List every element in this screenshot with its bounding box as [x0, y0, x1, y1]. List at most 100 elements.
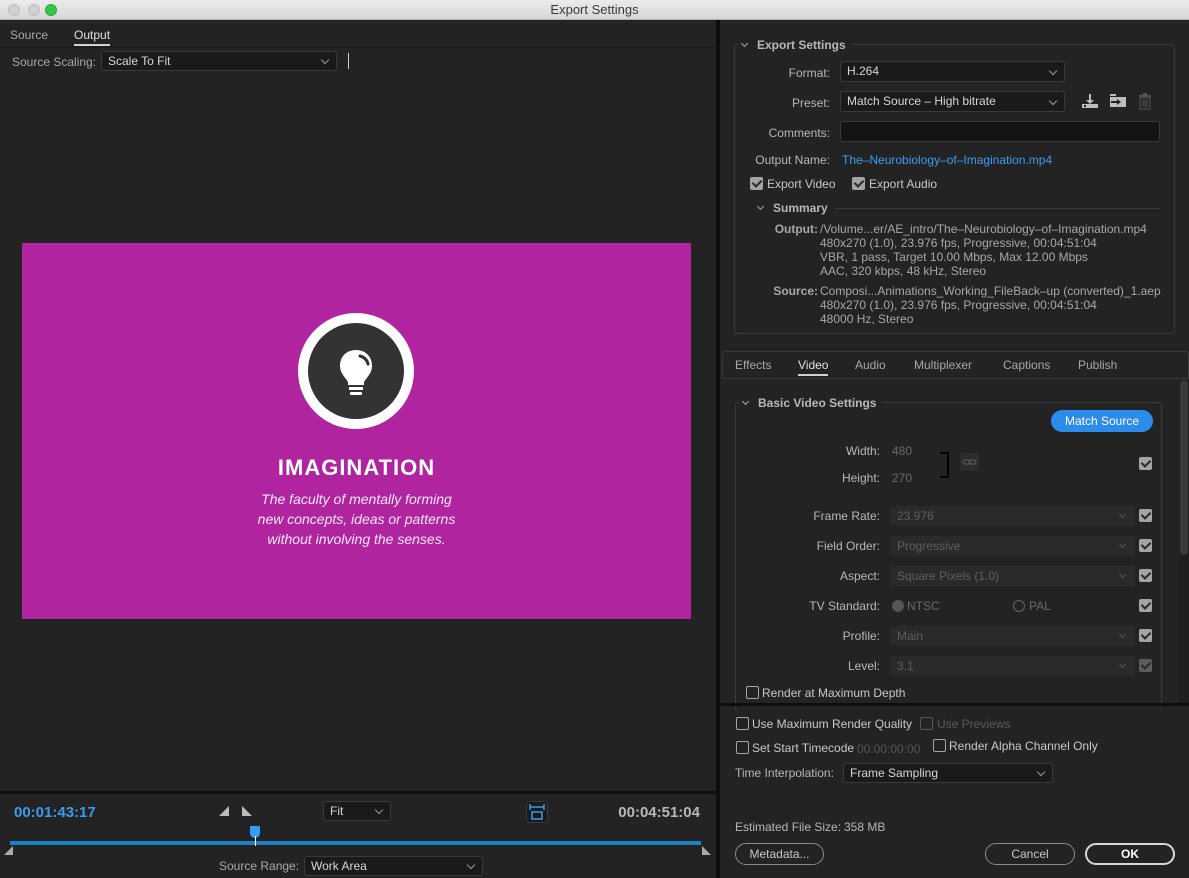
link-dimensions-icon[interactable]: [960, 453, 979, 471]
set-out-point-icon[interactable]: [242, 806, 252, 816]
settings-tabs: Effects Video Audio Multiplexer Captions…: [722, 351, 1189, 379]
frame-rate-match-checkbox[interactable]: [1139, 509, 1152, 522]
tab-publish[interactable]: Publish: [1078, 358, 1117, 372]
render-max-depth-checkbox[interactable]: [746, 686, 759, 699]
summary-output-key: Output:: [774, 222, 818, 236]
max-render-quality-checkbox[interactable]: [736, 717, 749, 730]
level-dropdown[interactable]: 3.1: [890, 656, 1135, 676]
chevron-down-icon: [1118, 510, 1127, 519]
set-in-point-icon[interactable]: [219, 806, 229, 816]
set-start-timecode-checkbox[interactable]: [736, 741, 749, 754]
profile-match-checkbox[interactable]: [1139, 629, 1152, 642]
export-settings-title: Export Settings: [757, 38, 846, 52]
export-settings-header[interactable]: Export Settings: [738, 38, 852, 52]
time-interpolation-label: Time Interpolation:: [735, 766, 834, 780]
chevron-down-icon: [756, 202, 765, 211]
import-preset-icon[interactable]: [1109, 93, 1127, 112]
time-interpolation-value: Frame Sampling: [850, 766, 939, 780]
source-scaling-value: Scale To Fit: [108, 54, 171, 68]
summary-header[interactable]: Summary: [754, 201, 834, 215]
tab-multiplexer[interactable]: Multiplexer: [914, 358, 972, 372]
timeline: 00:01:43:17 Fit 00:04:51:04 Source Range…: [0, 791, 716, 878]
tab-effects[interactable]: Effects: [735, 358, 771, 372]
playhead-line: [255, 836, 257, 846]
ok-button[interactable]: OK: [1085, 843, 1175, 865]
metadata-button[interactable]: Metadata...: [735, 843, 824, 865]
settings-scrollbar[interactable]: [1179, 380, 1189, 705]
output-name-link[interactable]: The–Neurobiology–of–Imagination.mp4: [842, 153, 1052, 167]
preview-tabs: Source Output: [0, 20, 716, 46]
chevron-down-icon: [1118, 660, 1127, 669]
summary-source: Composi...Animations_Working_FileBack–up…: [820, 284, 1161, 326]
preview-title: IMAGINATION: [277, 455, 436, 480]
zoom-level-dropdown[interactable]: Fit: [323, 801, 391, 821]
link-bracket: [940, 452, 949, 478]
tab-captions[interactable]: Captions: [1003, 358, 1050, 372]
divider: [348, 53, 349, 69]
level-match-checkbox[interactable]: [1139, 659, 1152, 672]
frame-rate-dropdown[interactable]: 23.976: [890, 506, 1135, 526]
source-range-value: Work Area: [311, 859, 367, 873]
tab-source[interactable]: Source: [10, 28, 48, 42]
aspect-match-checkbox[interactable]: [1139, 569, 1152, 582]
frame-rate-value: 23.976: [897, 509, 934, 523]
tab-output[interactable]: Output: [74, 28, 111, 46]
preset-dropdown[interactable]: Match Source – High bitrate: [840, 91, 1065, 112]
aspect-ratio-correction-icon[interactable]: [526, 801, 548, 823]
pal-radio[interactable]: [1013, 600, 1025, 612]
field-order-match-checkbox[interactable]: [1139, 539, 1152, 552]
basic-video-header[interactable]: Basic Video Settings: [739, 396, 883, 410]
comments-input[interactable]: [840, 121, 1160, 142]
tab-video[interactable]: Video: [798, 358, 829, 376]
chevron-down-icon: [1118, 540, 1127, 549]
total-duration: 00:04:51:04: [618, 804, 700, 821]
scrollbar-thumb[interactable]: [1180, 380, 1188, 555]
source-range-dropdown[interactable]: Work Area: [304, 856, 483, 876]
current-timecode[interactable]: 00:01:43:17: [14, 804, 96, 821]
dimensions-match-checkbox[interactable]: [1139, 457, 1152, 470]
match-source-button[interactable]: Match Source: [1051, 410, 1153, 432]
format-dropdown[interactable]: H.264: [840, 61, 1065, 82]
preview-panel: Source Output Source Scaling: Scale To F…: [0, 20, 716, 878]
export-audio-checkbox[interactable]: [852, 177, 865, 190]
source-scaling-dropdown[interactable]: Scale To Fit: [101, 51, 337, 71]
field-order-dropdown[interactable]: Progressive: [890, 536, 1135, 556]
profile-dropdown[interactable]: Main: [890, 626, 1135, 646]
max-render-quality-label: Use Maximum Render Quality: [752, 717, 913, 731]
summary-line: Composi...Animations_Working_FileBack–up…: [820, 284, 1161, 298]
tab-audio[interactable]: Audio: [855, 358, 886, 372]
format-label: Format:: [788, 66, 830, 80]
frame-rate-label: Frame Rate:: [813, 509, 880, 523]
use-previews-checkbox[interactable]: [920, 717, 933, 730]
range-end-handle[interactable]: [702, 846, 711, 855]
timeline-track[interactable]: [10, 841, 701, 845]
delete-preset-icon: [1137, 93, 1153, 113]
summary-line: AAC, 320 kbps, 48 kHz, Stereo: [820, 264, 987, 278]
save-preset-icon[interactable]: [1081, 93, 1099, 112]
description-line: without involving the senses.: [267, 531, 446, 547]
tv-standard-match-checkbox[interactable]: [1139, 599, 1152, 612]
description-line: new concepts, ideas or patterns: [257, 511, 456, 527]
aspect-dropdown[interactable]: Square Pixels (1.0): [890, 566, 1135, 586]
start-timecode-value[interactable]: 00:00:00:00: [857, 742, 920, 756]
summary-source-key: Source:: [773, 284, 818, 298]
preset-value: Match Source – High bitrate: [847, 94, 996, 108]
export-video-label: Export Video: [767, 177, 836, 191]
chevron-down-icon: [741, 397, 750, 406]
height-value[interactable]: 270: [892, 471, 912, 485]
cancel-button[interactable]: Cancel: [985, 843, 1075, 865]
use-previews-label: Use Previews: [937, 717, 1011, 731]
aspect-value: Square Pixels (1.0): [897, 569, 1000, 583]
range-start-handle[interactable]: [4, 846, 13, 855]
chevron-down-icon: [1118, 630, 1127, 639]
ntsc-label: NTSC: [907, 599, 940, 613]
time-interpolation-dropdown[interactable]: Frame Sampling: [843, 763, 1053, 783]
estimated-file-size-value: 358 MB: [844, 820, 886, 834]
video-preview: IMAGINATION The faculty of mentally form…: [0, 75, 716, 787]
ntsc-radio[interactable]: [892, 600, 904, 612]
export-video-checkbox[interactable]: [750, 177, 763, 190]
width-label: Width:: [845, 444, 880, 458]
render-alpha-only-checkbox[interactable]: [933, 739, 946, 752]
set-start-timecode-label: Set Start Timecode: [752, 741, 855, 755]
width-value[interactable]: 480: [892, 444, 912, 458]
